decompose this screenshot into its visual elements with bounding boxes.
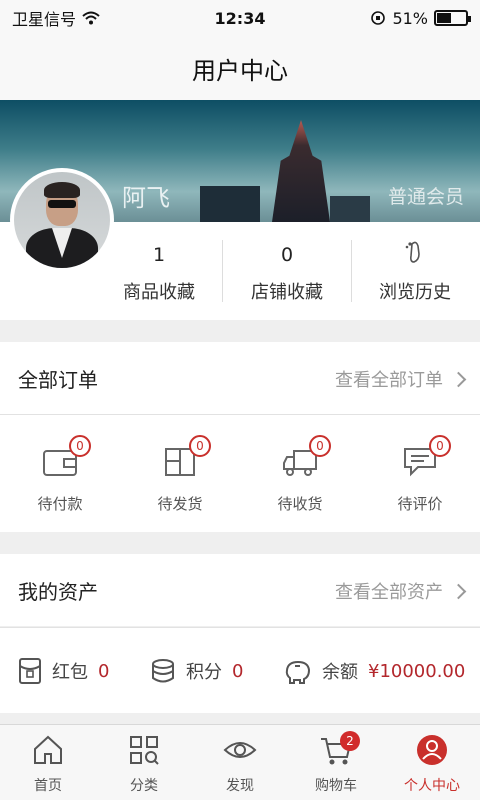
order-count-badge: 0 (189, 435, 211, 457)
battery-percent: 51% (392, 8, 428, 28)
tab-label: 发现 (226, 778, 254, 794)
asset-red-packet[interactable]: 红包 0 (18, 628, 109, 714)
tab-discover[interactable]: 发现 (192, 725, 288, 800)
orientation-lock-icon (371, 11, 386, 25)
wifi-icon (82, 11, 100, 25)
orders-row[interactable]: 全部订单 查看全部订单 (0, 342, 480, 414)
eye-icon (223, 742, 257, 758)
tab-home[interactable]: 首页 (0, 725, 96, 800)
orders-title: 全部订单 (18, 368, 98, 392)
order-count-badge: 0 (309, 435, 331, 457)
view-all-orders-link[interactable]: 查看全部订单 (335, 366, 467, 392)
asset-value: 0 (98, 660, 110, 682)
asset-label: 余额 (322, 662, 358, 683)
assets-row[interactable]: 我的资产 查看全部资产 (0, 554, 480, 626)
chevron-right-icon (450, 583, 467, 599)
asset-balance[interactable]: 余额 ¥10000.00 (282, 628, 465, 714)
order-status-pending-review[interactable]: 0 待评价 (360, 415, 480, 533)
order-status-label: 待评价 (397, 495, 443, 513)
stat-product-favorites[interactable]: 1 商品收藏 (94, 222, 224, 320)
cart-count-badge: 2 (340, 731, 360, 751)
order-status-pending-payment[interactable]: 0 待付款 (0, 415, 120, 533)
tab-cart[interactable]: 2 购物车 (288, 725, 384, 800)
tab-label: 首页 (34, 778, 62, 794)
tab-category[interactable]: 分类 (96, 725, 192, 800)
view-all-assets-link[interactable]: 查看全部资产 (335, 578, 467, 604)
coins-icon (152, 659, 174, 683)
assets-values: 红包 0 积分 0 余额 ¥10000.00 (0, 627, 480, 713)
stat-label: 店铺收藏 (251, 282, 323, 303)
order-status-bar: 0 待付款 0 待发货 0 待收货 0 待评价 (0, 414, 480, 532)
order-status-label: 待发货 (157, 495, 203, 513)
piggy-bank-icon (285, 660, 311, 684)
order-count-badge: 0 (69, 435, 91, 457)
tab-profile[interactable]: 个人中心 (384, 725, 480, 800)
asset-label: 红包 (52, 662, 88, 683)
order-count-badge: 0 (429, 435, 451, 457)
stat-shop-favorites[interactable]: 0 店铺收藏 (222, 222, 352, 320)
grid-search-icon (130, 736, 159, 765)
status-bar: 卫星信号 12:34 51% (0, 0, 480, 36)
stat-count: 1 (152, 244, 166, 266)
chevron-right-icon (450, 371, 467, 387)
stat-count: 0 (280, 244, 294, 266)
order-status-label: 待收货 (277, 495, 323, 513)
view-all-orders-label: 查看全部订单 (335, 370, 443, 391)
app-header: 用户中心 (0, 36, 480, 100)
footprint-icon (405, 241, 420, 263)
order-status-label: 待付款 (37, 495, 83, 513)
tab-bar: 首页 分类 发现 2 购物车 个人中心 (0, 724, 480, 800)
battery-icon (434, 10, 471, 26)
tab-label: 个人中心 (404, 778, 460, 794)
user-name: 阿飞 (122, 184, 170, 212)
banner-building (330, 196, 370, 222)
tab-label: 分类 (130, 778, 158, 794)
stat-browse-history[interactable]: 浏览历史 (350, 222, 480, 320)
carrier-label: 卫星信号 (12, 10, 77, 29)
asset-value: ¥10000.00 (368, 660, 466, 682)
red-packet-icon (19, 658, 41, 684)
battery-fill (437, 13, 451, 23)
view-all-assets-label: 查看全部资产 (335, 582, 443, 603)
tab-label: 购物车 (315, 778, 357, 794)
asset-value: 0 (232, 660, 244, 682)
banner-building (200, 186, 260, 222)
asset-points[interactable]: 积分 0 (150, 628, 243, 714)
order-status-pending-shipment[interactable]: 0 待发货 (120, 415, 240, 533)
stat-label: 浏览历史 (379, 282, 451, 303)
stat-label: 商品收藏 (123, 282, 195, 303)
order-status-pending-receipt[interactable]: 0 待收货 (240, 415, 360, 533)
avatar[interactable] (10, 168, 114, 272)
member-level-badge[interactable]: 普通会员 (388, 182, 464, 209)
asset-label: 积分 (186, 662, 222, 683)
home-icon (34, 735, 62, 764)
user-icon (417, 735, 447, 765)
page-title: 用户中心 (192, 56, 288, 85)
assets-title: 我的资产 (18, 580, 98, 604)
banner-tower (272, 120, 330, 222)
